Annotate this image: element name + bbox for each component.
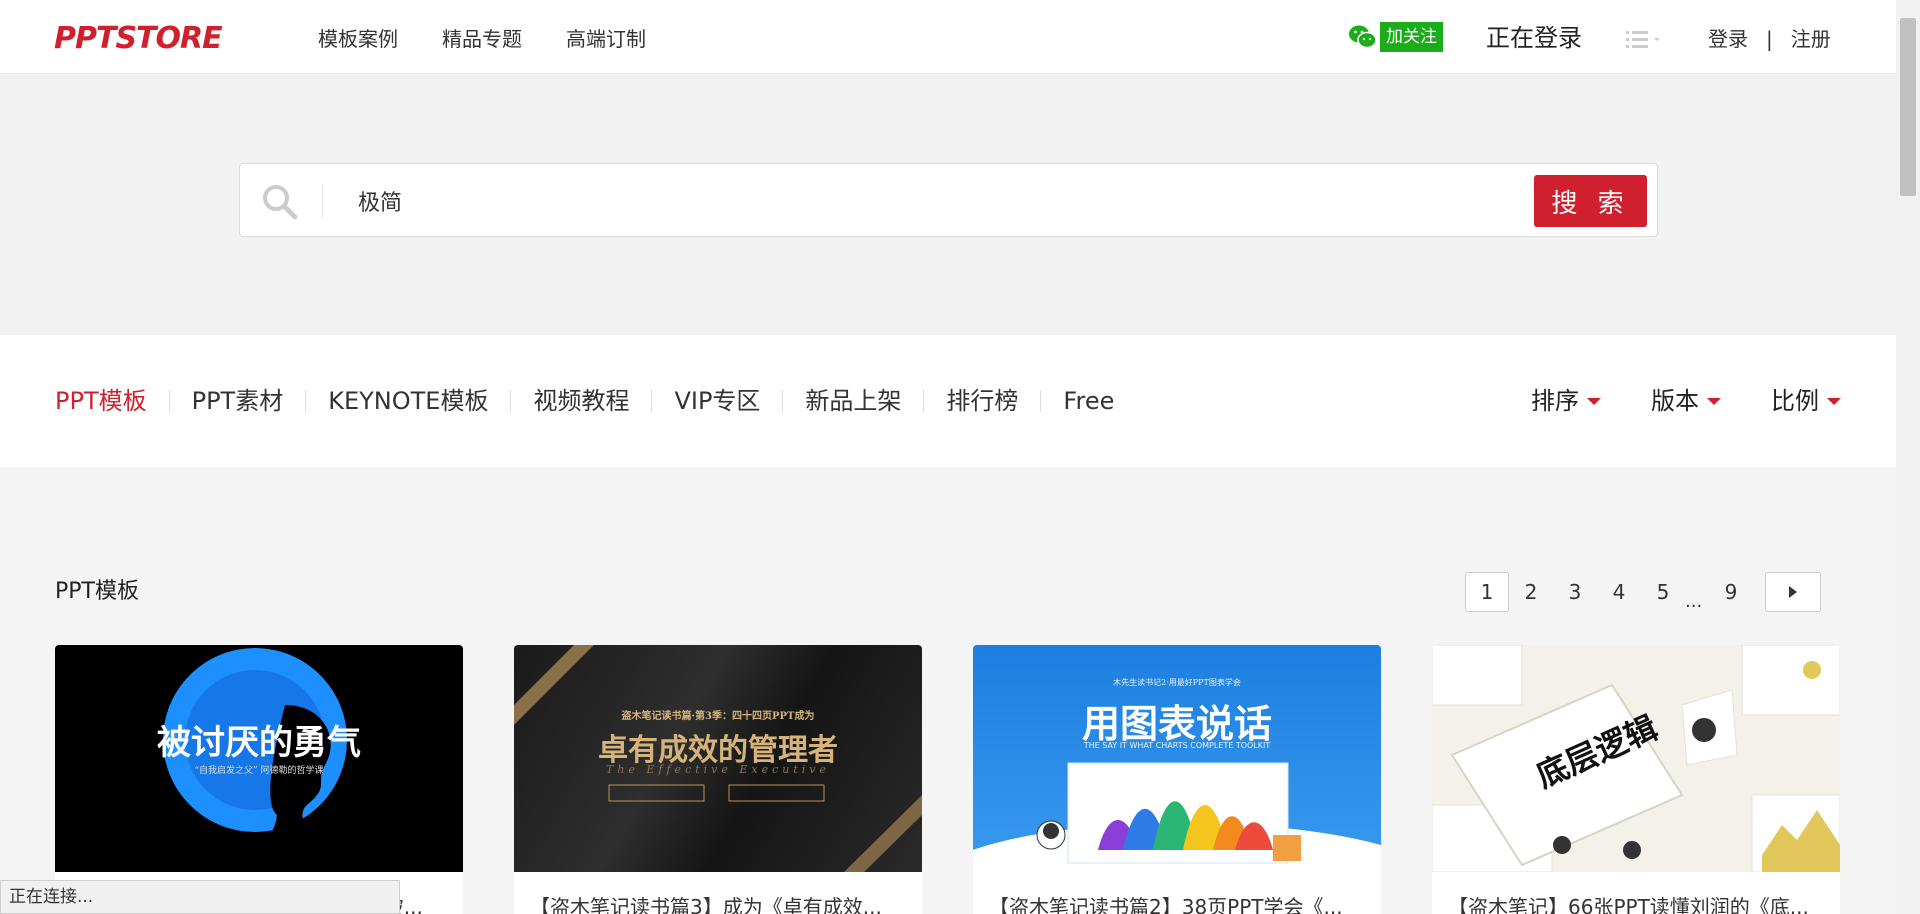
template-card[interactable]: 底层逻辑 【盗木笔记】66张PPT读懂刘润的《底... xyxy=(1432,645,1840,914)
category-bar: PPT模板 PPT素材 KEYNOTE模板 视频教程 VIP专区 新品上架 排行… xyxy=(0,335,1896,467)
search-button[interactable]: 搜 索 xyxy=(1534,175,1647,227)
tab-divider xyxy=(510,390,512,412)
wechat-follow[interactable]: 加关注 xyxy=(1348,22,1443,52)
login-status: 正在登录 xyxy=(1486,24,1582,52)
tab-rankings[interactable]: 排行榜 xyxy=(946,385,1018,417)
auth-separator: | xyxy=(1766,27,1773,51)
scrollbar-thumb[interactable] xyxy=(1900,18,1916,196)
tab-divider xyxy=(782,390,784,412)
template-title[interactable]: 【盗木笔记读书篇2】38页PPT学会《... xyxy=(973,894,1381,914)
login-link[interactable]: 登录 xyxy=(1708,26,1748,52)
ratio-label: 比例 xyxy=(1771,387,1819,415)
template-thumbnail: 盗木笔记读书篇·第3季：四十四页PPT成为 卓有成效的管理者 The Effec… xyxy=(514,645,922,872)
tab-ppt-templates[interactable]: PPT模板 xyxy=(55,385,147,417)
category-tabs: PPT模板 PPT素材 KEYNOTE模板 视频教程 VIP专区 新品上架 排行… xyxy=(55,385,1114,417)
ratio-dropdown[interactable]: 比例 xyxy=(1771,385,1841,417)
chart-illustration xyxy=(973,762,1381,872)
section-title: PPT模板 xyxy=(55,579,139,604)
tab-divider xyxy=(168,390,170,412)
next-page-button[interactable] xyxy=(1765,572,1821,612)
version-label: 版本 xyxy=(1651,387,1699,415)
page-3[interactable]: 3 xyxy=(1553,572,1597,612)
browser-status-bar: 正在连接... xyxy=(0,880,400,914)
caret-down-icon xyxy=(1827,397,1841,405)
sort-label: 排序 xyxy=(1531,387,1579,415)
tab-ppt-materials[interactable]: PPT素材 xyxy=(192,385,284,417)
template-title[interactable]: 【盗木笔记读书篇3】成为《卓有成效... xyxy=(514,894,922,914)
search-area: 搜 索 xyxy=(0,75,1896,335)
nav-item-topics[interactable]: 精品专题 xyxy=(442,26,522,52)
filter-group: 排序 版本 比例 xyxy=(1531,385,1841,417)
pagination: 1 2 3 4 5 ... 9 xyxy=(1465,572,1821,612)
tab-video-tutorials[interactable]: 视频教程 xyxy=(533,385,629,417)
wechat-icon xyxy=(1348,24,1378,50)
thumb-subtitle: 盗木笔记读书篇·第3季：四十四页PPT成为 xyxy=(621,711,815,722)
template-title[interactable]: 【盗木笔记】66张PPT读懂刘润的《底... xyxy=(1432,894,1840,914)
caret-down-icon xyxy=(1707,397,1721,405)
arrow-right-icon xyxy=(1789,586,1797,598)
caret-down-icon xyxy=(1587,397,1601,405)
page-1[interactable]: 1 xyxy=(1465,572,1509,612)
template-card[interactable]: 木先生读书记2·用最好PPT图表学会 用图表说话 THE SAY IT WHAT… xyxy=(973,645,1381,914)
page-4[interactable]: 4 xyxy=(1597,572,1641,612)
tab-free[interactable]: Free xyxy=(1063,385,1114,417)
tab-divider xyxy=(305,390,307,412)
thumb-script: The Effective Executive xyxy=(605,763,831,776)
tab-divider xyxy=(1040,390,1042,412)
version-dropdown[interactable]: 版本 xyxy=(1651,385,1721,417)
page-5[interactable]: 5 xyxy=(1641,572,1685,612)
template-card[interactable]: 盗木笔记读书篇·第3季：四十四页PPT成为 卓有成效的管理者 The Effec… xyxy=(514,645,922,914)
template-thumbnail: 木先生读书记2·用最好PPT图表学会 用图表说话 THE SAY IT WHAT… xyxy=(973,645,1381,872)
list-menu-icon[interactable] xyxy=(1626,30,1664,50)
tab-new-arrivals[interactable]: 新品上架 xyxy=(805,385,901,417)
thumb-subtitle: “自我启发之父” 阿德勒的哲学课 xyxy=(194,766,324,776)
tab-divider xyxy=(923,390,925,412)
template-card[interactable]: 被讨厌的勇气 “自我启发之父” 阿德勒的哲学课 【盗木笔记读书篇4】被讨厌的勇气… xyxy=(55,645,463,914)
search-icon xyxy=(260,182,300,222)
sort-dropdown[interactable]: 排序 xyxy=(1531,385,1601,417)
site-logo[interactable]: PPTSTORE xyxy=(54,24,223,54)
top-header: PPTSTORE 模板案例 精品专题 高端订制 加关注 正在登录 登录 | 注册 xyxy=(0,0,1896,74)
search-box: 搜 索 xyxy=(239,163,1658,237)
wechat-follow-label[interactable]: 加关注 xyxy=(1380,22,1443,52)
register-link[interactable]: 注册 xyxy=(1791,26,1831,52)
template-grid: 被讨厌的勇气 “自我启发之父” 阿德勒的哲学课 【盗木笔记读书篇4】被讨厌的勇气… xyxy=(55,645,1840,914)
tab-divider xyxy=(651,390,653,412)
search-divider xyxy=(322,184,323,218)
tab-vip[interactable]: VIP专区 xyxy=(674,385,760,417)
nav-item-custom[interactable]: 高端订制 xyxy=(566,26,646,52)
main-nav: 模板案例 精品专题 高端订制 xyxy=(318,26,646,52)
auth-links: 登录 | 注册 xyxy=(1708,26,1831,52)
template-thumbnail: 底层逻辑 xyxy=(1432,645,1840,872)
page-last[interactable]: 9 xyxy=(1709,572,1753,612)
search-input[interactable] xyxy=(358,182,1358,220)
page-ellipsis: ... xyxy=(1685,591,1703,612)
page-scrollbar[interactable] xyxy=(1896,0,1920,914)
tab-keynote[interactable]: KEYNOTE模板 xyxy=(328,385,488,417)
page-2[interactable]: 2 xyxy=(1509,572,1553,612)
thumb-title: 被讨厌的勇气 xyxy=(157,723,361,763)
nav-item-templates[interactable]: 模板案例 xyxy=(318,26,398,52)
template-thumbnail: 被讨厌的勇气 “自我启发之父” 阿德勒的哲学课 xyxy=(55,645,463,872)
